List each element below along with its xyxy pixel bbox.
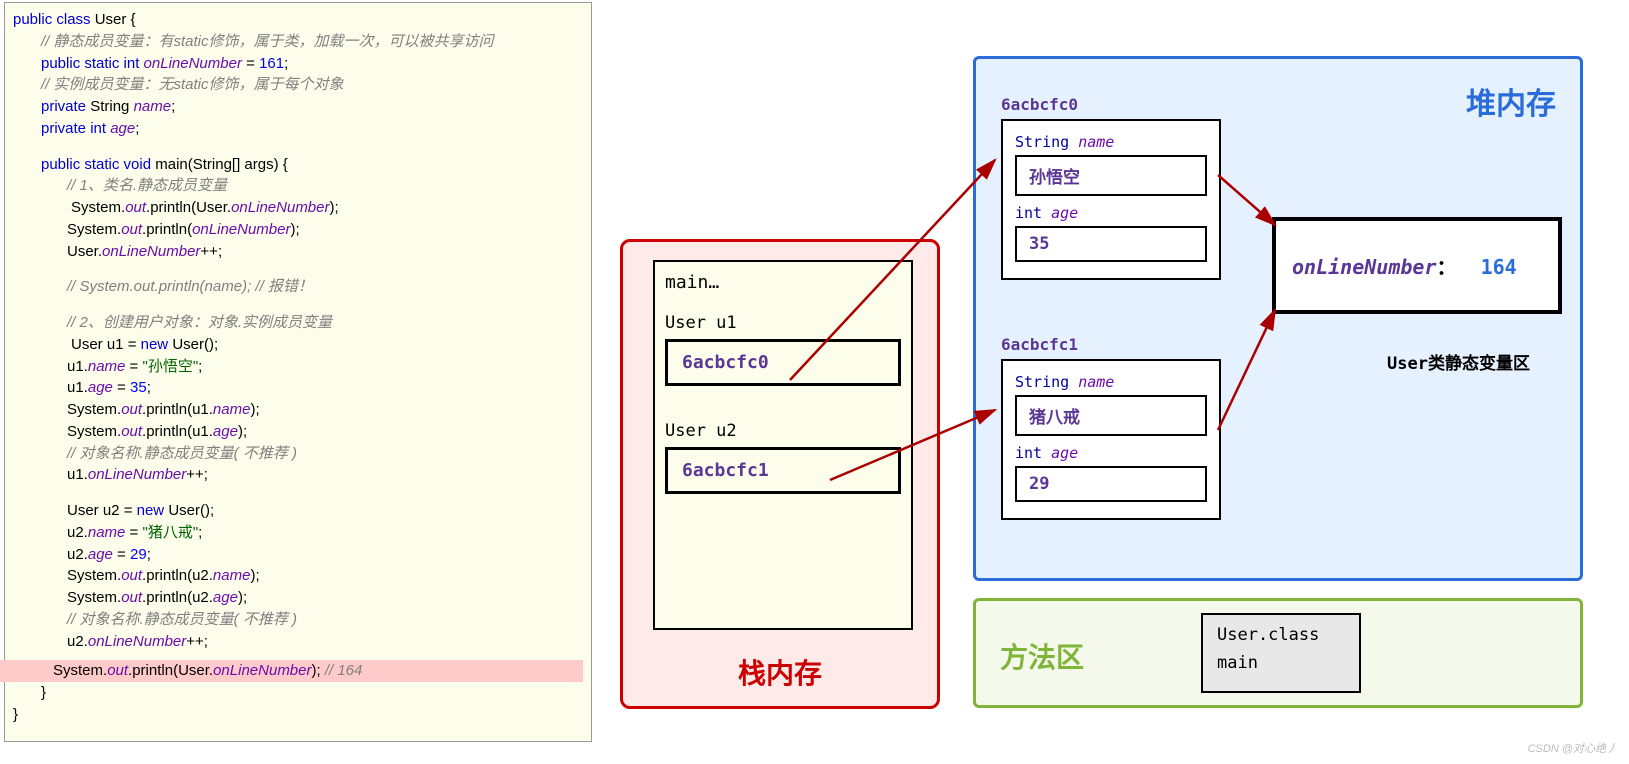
code-line: System.out.println(onLineNumber); [13, 219, 583, 241]
code-line: u1.age = 35; [13, 377, 583, 399]
field-label: String name [1015, 373, 1207, 391]
var-u1-label: User u1 [665, 313, 901, 333]
object2-age-value: 29 [1015, 466, 1207, 502]
code-line: public static int onLineNumber = 161; [13, 53, 583, 75]
code-line: u1.name = "孙悟空"; [13, 356, 583, 378]
code-line: } [13, 682, 583, 704]
stack-memory-area: main… User u1 6acbcfc0 User u2 6acbcfc1 … [620, 239, 940, 709]
object2-address: 6acbcfc1 [1001, 335, 1078, 354]
method-area-title: 方法区 [1000, 636, 1084, 676]
code-comment: // 1、类名.静态成员变量 [13, 175, 583, 197]
code-line: private int age; [13, 118, 583, 140]
code-line: private String name; [13, 96, 583, 118]
object1-name-value: 孙悟空 [1015, 155, 1207, 196]
object1-address: 6acbcfc0 [1001, 95, 1078, 114]
stack-area-title: 栈内存 [623, 652, 937, 692]
code-comment: // 实例成员变量：无static修饰，属于每个对象 [13, 74, 583, 96]
code-line: u2.onLineNumber++; [13, 631, 583, 653]
code-line: System.out.println(User.onLineNumber); [13, 197, 583, 219]
code-line: System.out.println(u1.name); [13, 399, 583, 421]
code-panel: public class User { // 静态成员变量：有static修饰，… [4, 2, 592, 742]
code-comment: // 2、创建用户对象：对象.实例成员变量 [13, 312, 583, 334]
heap-object-2: String name 猪八戒 int age 29 [1001, 359, 1221, 520]
code-line: public static void main(String[] args) { [13, 154, 583, 176]
code-line: System.out.println(u2.age); [13, 587, 583, 609]
static-area-label: User类静态变量区 [1387, 349, 1530, 374]
heap-area-title: 堆内存 [1466, 79, 1556, 123]
code-line: System.out.println(u1.age); [13, 421, 583, 443]
heap-memory-area: 堆内存 6acbcfc0 String name 孙悟空 int age 35 … [973, 56, 1583, 581]
code-comment: // System.out.println(name); // 报错！ [13, 276, 583, 298]
stack-frame-main: main… User u1 6acbcfc0 User u2 6acbcfc1 [653, 260, 913, 630]
var-u2-label: User u2 [665, 421, 901, 441]
highlighted-line: System.out.println(User.onLineNumber); /… [0, 660, 583, 682]
code-line: public class User { [13, 9, 583, 31]
code-comment: // 对象名称.静态成员变量( 不推荐 ) [13, 609, 583, 631]
code-line: User.onLineNumber++; [13, 241, 583, 263]
method-main-label: main [1217, 653, 1345, 673]
watermark: CSDN @对心绝丿 [1528, 740, 1617, 756]
heap-object-1: String name 孙悟空 int age 35 [1001, 119, 1221, 280]
class-name: User.class [1217, 625, 1345, 645]
code-comment: // 静态成员变量：有static修饰，属于类，加载一次，可以被共享访问 [13, 31, 583, 53]
class-box: User.class main [1201, 613, 1361, 693]
code-line: u2.name = "猪八戒"; [13, 522, 583, 544]
object1-age-value: 35 [1015, 226, 1207, 262]
code-line: System.out.println(u2.name); [13, 565, 583, 587]
static-variable-box: onLineNumber： 164 [1272, 217, 1562, 314]
code-line: u1.onLineNumber++; [13, 464, 583, 486]
method-area: 方法区 User.class main [973, 598, 1583, 708]
code-comment: // 对象名称.静态成员变量( 不推荐 ) [13, 443, 583, 465]
stack-frame-title: main… [665, 272, 901, 293]
code-line: } [13, 704, 583, 726]
object2-name-value: 猪八戒 [1015, 395, 1207, 436]
var-u1-value: 6acbcfc0 [665, 339, 901, 386]
field-label: int age [1015, 204, 1207, 222]
code-line: u2.age = 29; [13, 544, 583, 566]
code-line: User u1 = new User(); [13, 334, 583, 356]
field-label: String name [1015, 133, 1207, 151]
field-label: int age [1015, 444, 1207, 462]
var-u2-value: 6acbcfc1 [665, 447, 901, 494]
code-line: User u2 = new User(); [13, 500, 583, 522]
